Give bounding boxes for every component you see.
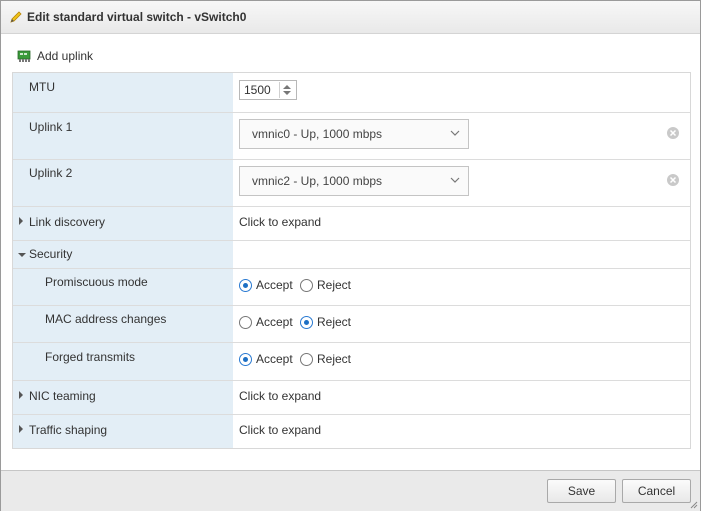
mtu-input[interactable]: [244, 83, 276, 97]
uplink-2-value: vmnic2 - Up, 1000 mbps: [252, 174, 383, 188]
traffic-shaping-label[interactable]: Traffic shaping: [29, 423, 107, 437]
row-link-discovery[interactable]: Link discovery Click to expand: [13, 207, 690, 241]
spin-up-icon[interactable]: [283, 85, 291, 89]
traffic-shaping-expand[interactable]: Click to expand: [239, 423, 321, 437]
chevron-down-icon: [450, 177, 460, 183]
uplink-2-label: Uplink 2: [29, 166, 73, 180]
link-discovery-label[interactable]: Link discovery: [29, 215, 105, 229]
settings-grid: MTU Uplink 1 vmnic0 - Up, 1000 mbps: [12, 72, 691, 449]
add-uplink-label: Add uplink: [37, 49, 94, 63]
edit-vswitch-dialog: Edit standard virtual switch - vSwitch0 …: [0, 0, 701, 511]
dialog-title: Edit standard virtual switch - vSwitch0: [27, 10, 247, 24]
close-circle-icon[interactable]: [666, 126, 680, 140]
cancel-button[interactable]: Cancel: [622, 479, 691, 503]
nic-teaming-label[interactable]: NIC teaming: [29, 389, 96, 403]
resize-grip-icon[interactable]: [690, 501, 698, 509]
dialog-footer: Save Cancel: [1, 470, 700, 511]
promiscuous-mode-label: Promiscuous mode: [45, 275, 148, 289]
mtu-stepper[interactable]: [239, 80, 297, 100]
caret-right-icon[interactable]: [19, 217, 23, 225]
row-forged-transmits: Forged transmits Accept Reject: [13, 343, 690, 381]
row-mtu: MTU: [13, 73, 690, 113]
forged-transmits-label: Forged transmits: [45, 350, 136, 364]
dialog-titlebar[interactable]: Edit standard virtual switch - vSwitch0: [1, 1, 700, 34]
row-mac-address-changes: MAC address changes Accept Reject: [13, 306, 690, 343]
close-circle-icon[interactable]: [666, 173, 680, 187]
row-security[interactable]: Security: [13, 241, 690, 269]
row-uplink-2: Uplink 2 vmnic2 - Up, 1000 mbps: [13, 160, 690, 207]
pencil-icon: [10, 11, 22, 23]
caret-right-icon[interactable]: [19, 425, 23, 433]
uplink-1-value: vmnic0 - Up, 1000 mbps: [252, 127, 383, 141]
row-uplink-1: Uplink 1 vmnic0 - Up, 1000 mbps: [13, 113, 690, 160]
network-card-add-icon: [17, 50, 31, 62]
mtu-spinner[interactable]: [279, 82, 295, 98]
mtu-label: MTU: [29, 80, 55, 94]
nic-teaming-expand[interactable]: Click to expand: [239, 389, 321, 403]
chevron-down-icon: [450, 130, 460, 136]
row-nic-teaming[interactable]: NIC teaming Click to expand: [13, 381, 690, 415]
caret-right-icon[interactable]: [19, 391, 23, 399]
caret-down-icon[interactable]: [18, 253, 26, 257]
uplink-1-label: Uplink 1: [29, 120, 73, 134]
uplink-1-select[interactable]: vmnic0 - Up, 1000 mbps: [239, 119, 469, 149]
row-promiscuous-mode: Promiscuous mode Accept Reject: [13, 269, 690, 306]
link-discovery-expand[interactable]: Click to expand: [239, 215, 321, 229]
mac-address-changes-label: MAC address changes: [45, 312, 167, 326]
spin-down-icon[interactable]: [283, 91, 291, 95]
row-traffic-shaping[interactable]: Traffic shaping Click to expand: [13, 415, 690, 448]
security-label[interactable]: Security: [29, 247, 72, 261]
save-button[interactable]: Save: [547, 479, 616, 503]
uplink-2-select[interactable]: vmnic2 - Up, 1000 mbps: [239, 166, 469, 196]
